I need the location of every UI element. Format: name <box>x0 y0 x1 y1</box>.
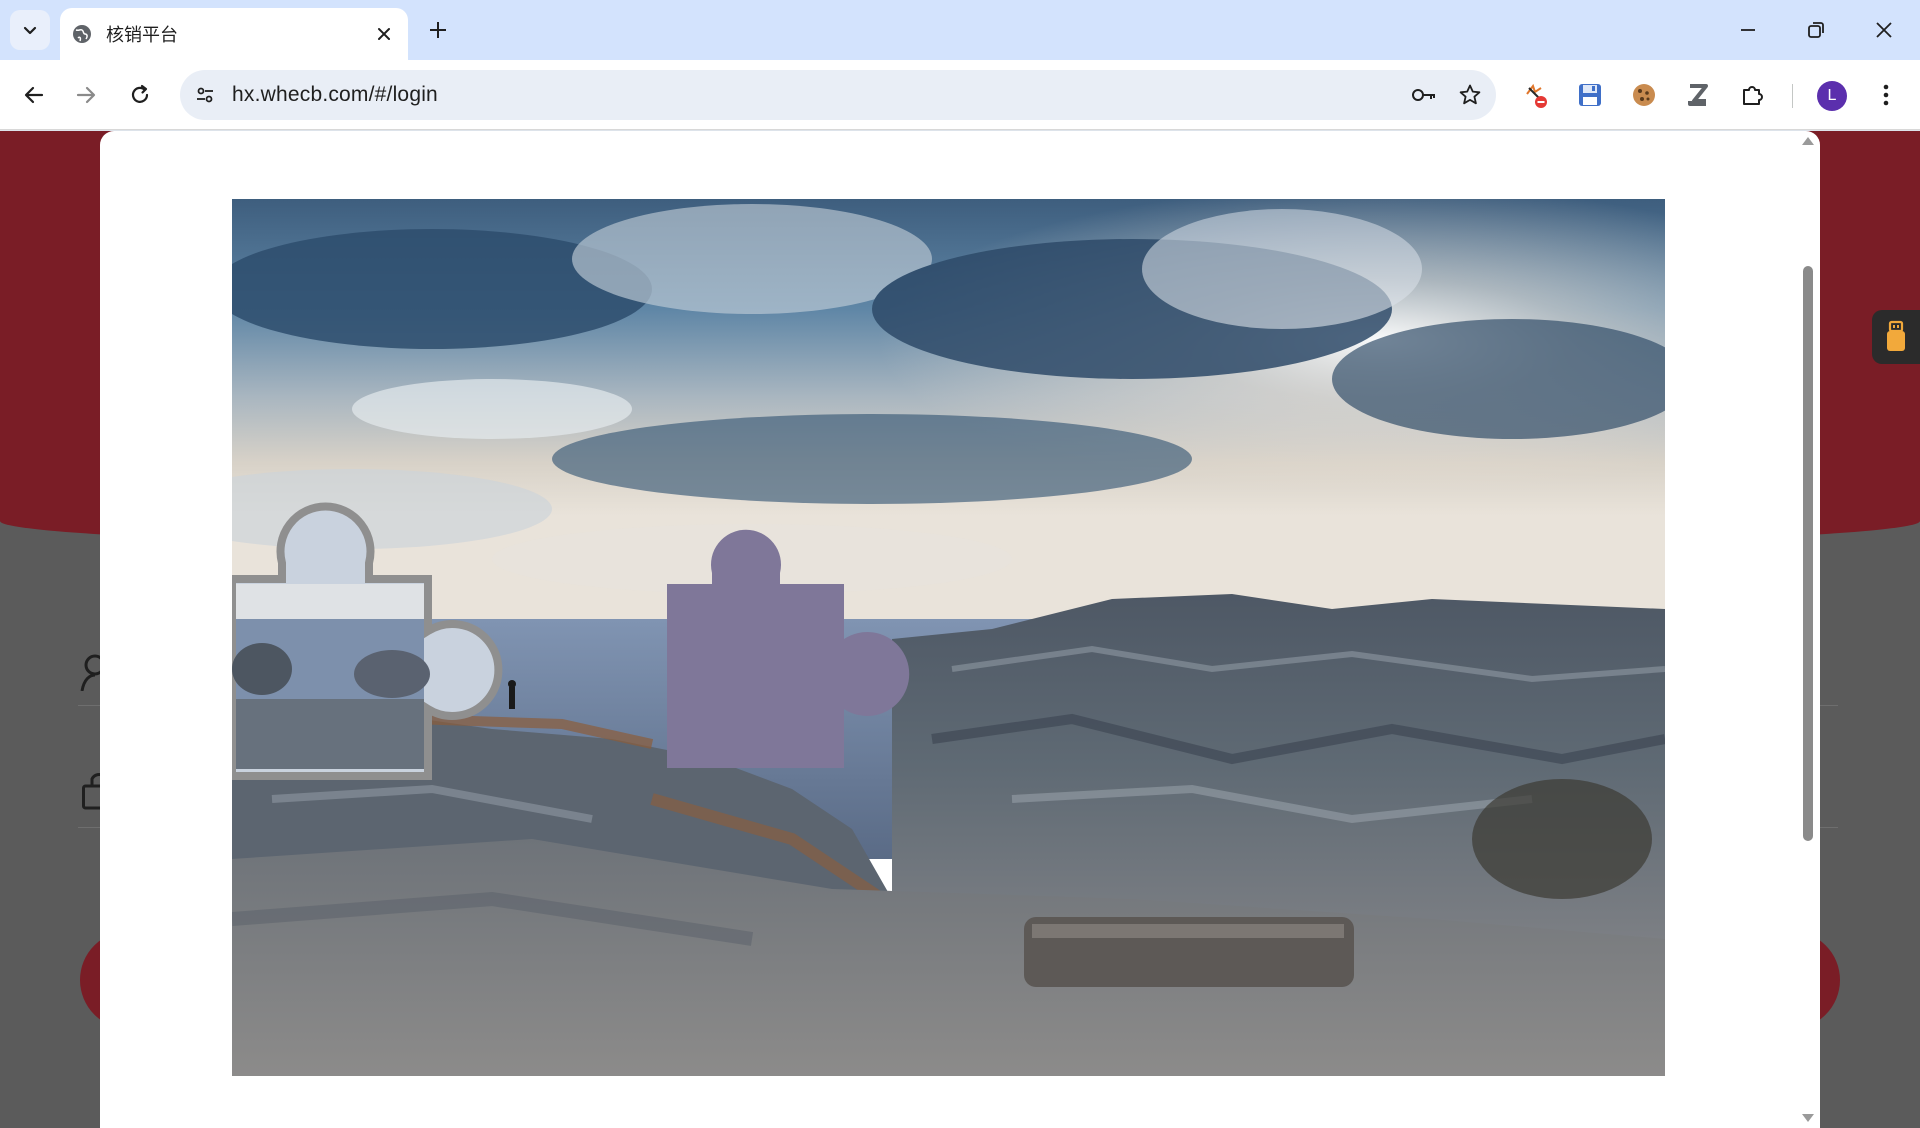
address-bar[interactable]: hx.whecb.com/#/login <box>180 70 1496 120</box>
url-text[interactable]: hx.whecb.com/#/login <box>232 83 1404 107</box>
browser-toolbar: hx.whecb.com/#/login <box>0 60 1920 130</box>
plus-icon <box>430 22 446 38</box>
person-figure <box>509 687 515 709</box>
minimize-icon <box>1741 29 1755 31</box>
key-icon[interactable] <box>1404 75 1444 115</box>
close-icon[interactable] <box>372 22 396 46</box>
profile-avatar[interactable]: L <box>1817 81 1847 111</box>
tab-title: 核销平台 <box>106 25 178 45</box>
site-info-icon[interactable] <box>188 78 222 112</box>
captcha-image <box>232 199 1665 1076</box>
restore-icon <box>1808 22 1824 38</box>
back-arrow-icon <box>24 86 44 104</box>
tab-search-icon <box>23 26 37 35</box>
active-tab[interactable]: 核销平台 <box>60 8 408 60</box>
modal-scrollbar[interactable] <box>1796 131 1816 1128</box>
window-close-button[interactable] <box>1864 10 1904 50</box>
forward-button[interactable] <box>66 75 106 115</box>
globe-icon <box>72 24 92 44</box>
lock-icon <box>82 773 102 810</box>
scroll-thumb[interactable] <box>1803 266 1813 841</box>
floppy-disk-icon[interactable] <box>1570 75 1610 115</box>
side-float-button[interactable] <box>1872 310 1920 364</box>
reload-button[interactable] <box>120 75 160 115</box>
back-button[interactable] <box>14 75 54 115</box>
puzzle-extension-icon[interactable] <box>1733 75 1773 115</box>
forward-arrow-icon <box>76 86 96 104</box>
more-vert-icon[interactable] <box>1866 75 1906 115</box>
usb-icon <box>1887 320 1905 351</box>
scroll-down-arrow-icon[interactable] <box>1802 1114 1814 1122</box>
minimize-button[interactable] <box>1728 10 1768 50</box>
window-close-icon <box>1876 22 1892 38</box>
tab-search-button[interactable] <box>10 10 50 50</box>
scroll-up-arrow-icon[interactable] <box>1802 137 1814 145</box>
star-icon[interactable] <box>1450 75 1490 115</box>
restore-button[interactable] <box>1796 10 1836 50</box>
new-tab-button[interactable] <box>422 14 454 46</box>
z-extension-icon[interactable] <box>1678 75 1718 115</box>
cookie-icon[interactable] <box>1624 75 1664 115</box>
toolbar-divider <box>1792 84 1793 108</box>
tab-strip: 核销平台 <box>0 0 1920 60</box>
adblock-icon[interactable] <box>1516 75 1556 115</box>
reload-icon <box>131 84 149 103</box>
